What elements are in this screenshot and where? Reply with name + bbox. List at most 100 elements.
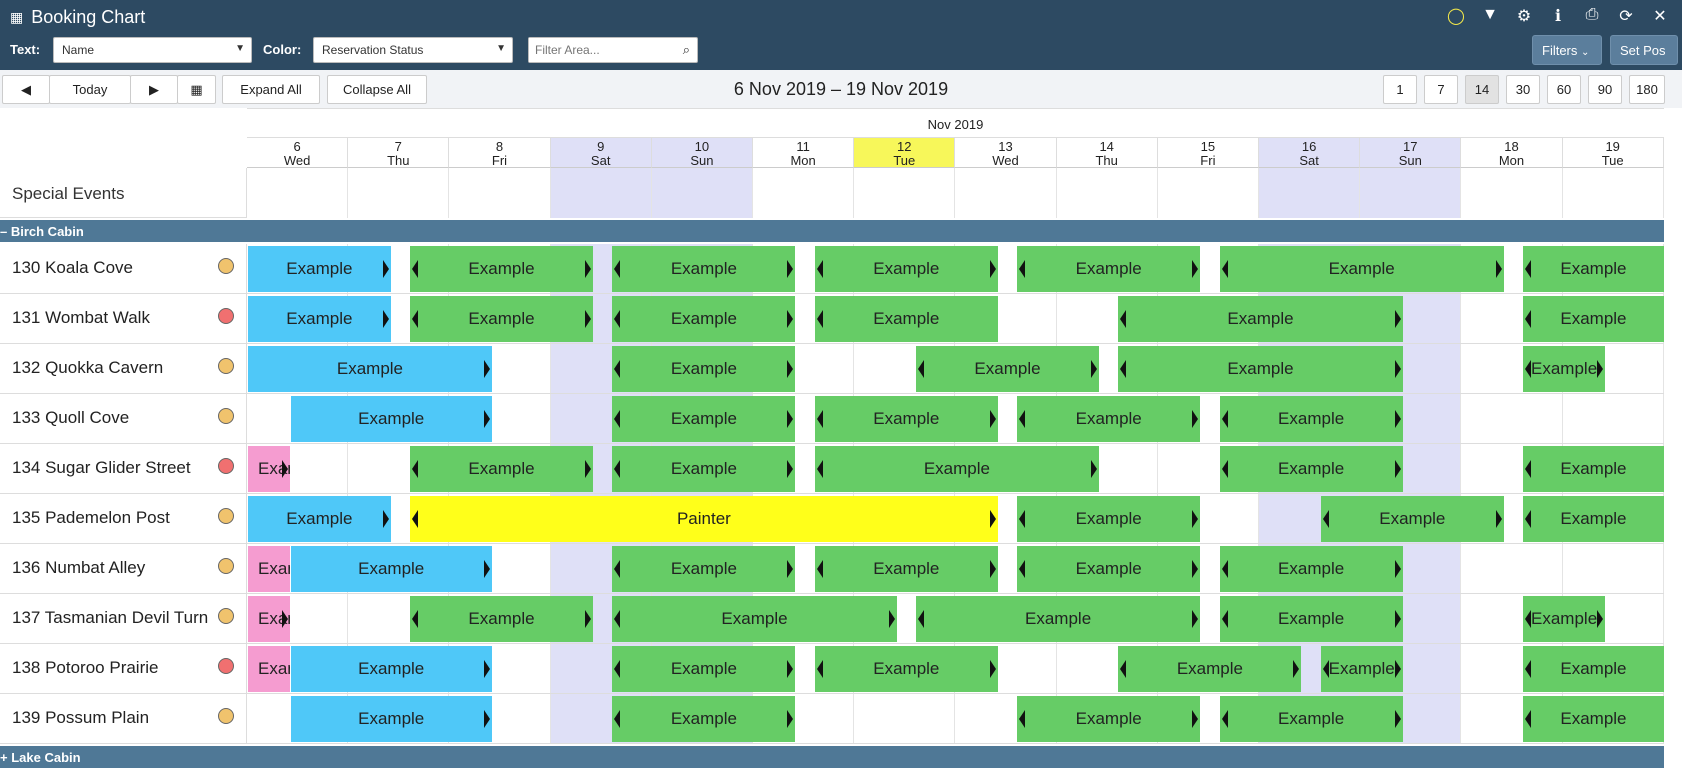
- booking-start-marker[interactable]: [816, 560, 823, 578]
- booking-end-marker[interactable]: [787, 310, 794, 328]
- booking-start-marker[interactable]: [1525, 360, 1532, 378]
- booking-start-marker[interactable]: [1525, 610, 1532, 628]
- booking-block[interactable]: Example: [1523, 296, 1664, 342]
- booking-block[interactable]: Example: [248, 596, 290, 642]
- booking-start-marker[interactable]: [1120, 660, 1127, 678]
- booking-end-marker[interactable]: [281, 460, 288, 478]
- booking-start-marker[interactable]: [1019, 560, 1026, 578]
- room-status-dot[interactable]: [218, 458, 234, 474]
- booking-block[interactable]: Example: [1320, 496, 1504, 542]
- special-events-cell[interactable]: [1563, 168, 1664, 218]
- booking-block[interactable]: Example: [612, 446, 796, 492]
- booking-start-marker[interactable]: [411, 610, 418, 628]
- room-status-dot[interactable]: [218, 258, 234, 274]
- booking-end-marker[interactable]: [483, 560, 490, 578]
- special-events-cell[interactable]: [1259, 168, 1361, 218]
- room-label[interactable]: 138 Potoroo Prairie: [0, 644, 247, 694]
- booking-end-marker[interactable]: [483, 410, 490, 428]
- booking-end-marker[interactable]: [1394, 360, 1401, 378]
- booking-block[interactable]: Example: [248, 246, 391, 292]
- booking-end-marker[interactable]: [1495, 510, 1502, 528]
- booking-start-marker[interactable]: [614, 560, 621, 578]
- booking-block[interactable]: Example: [814, 646, 998, 692]
- room-label[interactable]: 131 Wombat Walk: [0, 294, 247, 344]
- booking-end-marker[interactable]: [585, 310, 592, 328]
- booking-start-marker[interactable]: [1019, 410, 1026, 428]
- booking-block[interactable]: Example: [814, 246, 998, 292]
- booking-block[interactable]: Example: [1523, 446, 1664, 492]
- special-events-cell[interactable]: [753, 168, 855, 218]
- booking-block[interactable]: Example: [1017, 546, 1201, 592]
- booking-end-marker[interactable]: [382, 310, 389, 328]
- zoom-7-button[interactable]: 7: [1424, 75, 1458, 104]
- booking-block[interactable]: Example: [1219, 696, 1403, 742]
- booking-end-marker[interactable]: [1394, 710, 1401, 728]
- refresh-icon[interactable]: ⟳: [1616, 6, 1636, 26]
- room-label[interactable]: 136 Numbat Alley: [0, 544, 247, 594]
- group-row-birch-cabin[interactable]: – Birch Cabin: [0, 220, 1664, 242]
- booking-end-marker[interactable]: [585, 610, 592, 628]
- booking-block[interactable]: Example: [1017, 246, 1201, 292]
- booking-end-marker[interactable]: [1495, 260, 1502, 278]
- set-pos-button[interactable]: Set Pos: [1610, 35, 1678, 65]
- booking-block[interactable]: Example: [1118, 346, 1403, 392]
- filter-icon[interactable]: ▼: [1480, 6, 1500, 26]
- booking-end-marker[interactable]: [1394, 560, 1401, 578]
- booking-end-marker[interactable]: [1192, 560, 1199, 578]
- booking-end-marker[interactable]: [787, 660, 794, 678]
- booking-end-marker[interactable]: [1192, 710, 1199, 728]
- special-events-cell[interactable]: [348, 168, 450, 218]
- room-status-dot[interactable]: [218, 408, 234, 424]
- booking-start-marker[interactable]: [816, 310, 823, 328]
- filter-area-search[interactable]: ⌕: [528, 37, 698, 63]
- booking-start-marker[interactable]: [1525, 510, 1532, 528]
- booking-end-marker[interactable]: [989, 410, 996, 428]
- booking-start-marker[interactable]: [614, 710, 621, 728]
- booking-block[interactable]: Example: [612, 396, 796, 442]
- booking-end-marker[interactable]: [1192, 410, 1199, 428]
- booking-block[interactable]: Example: [1219, 596, 1403, 642]
- booking-end-marker[interactable]: [1394, 610, 1401, 628]
- booking-block[interactable]: Example: [290, 546, 492, 592]
- room-status-dot[interactable]: [218, 308, 234, 324]
- booking-block[interactable]: Example: [290, 696, 492, 742]
- special-events-cell[interactable]: [651, 168, 753, 218]
- booking-start-marker[interactable]: [917, 610, 924, 628]
- room-label[interactable]: 130 Koala Cove: [0, 244, 247, 294]
- booking-block[interactable]: Example: [290, 646, 492, 692]
- zoom-180-button[interactable]: 180: [1629, 75, 1665, 104]
- booking-block[interactable]: Example: [814, 296, 998, 342]
- booking-start-marker[interactable]: [614, 310, 621, 328]
- color-select[interactable]: Reservation Status ▼: [313, 37, 513, 63]
- booking-block[interactable]: Example: [409, 246, 594, 292]
- booking-block[interactable]: Example: [1017, 496, 1201, 542]
- booking-start-marker[interactable]: [1322, 660, 1329, 678]
- booking-block[interactable]: Example: [612, 296, 796, 342]
- special-events-cell[interactable]: [955, 168, 1057, 218]
- text-select[interactable]: Name ▼: [53, 37, 252, 63]
- booking-end-marker[interactable]: [585, 460, 592, 478]
- booking-block[interactable]: Example: [1219, 396, 1403, 442]
- booking-block[interactable]: Example: [248, 646, 290, 692]
- booking-end-marker[interactable]: [1394, 460, 1401, 478]
- booking-block[interactable]: Example: [1017, 696, 1201, 742]
- room-status-dot[interactable]: [218, 708, 234, 724]
- booking-start-marker[interactable]: [614, 660, 621, 678]
- booking-end-marker[interactable]: [1192, 610, 1199, 628]
- room-status-dot[interactable]: [218, 358, 234, 374]
- booking-end-marker[interactable]: [1293, 660, 1300, 678]
- booking-end-marker[interactable]: [787, 410, 794, 428]
- zoom-1-button[interactable]: 1: [1383, 75, 1417, 104]
- booking-block[interactable]: Example: [612, 596, 897, 642]
- booking-block[interactable]: Example: [1219, 246, 1504, 292]
- booking-block[interactable]: Example: [1017, 396, 1201, 442]
- booking-end-marker[interactable]: [1192, 260, 1199, 278]
- booking-start-marker[interactable]: [614, 610, 621, 628]
- booking-block[interactable]: Example: [814, 396, 998, 442]
- booking-start-marker[interactable]: [816, 660, 823, 678]
- booking-block[interactable]: Example: [612, 696, 796, 742]
- booking-block[interactable]: Example: [409, 446, 594, 492]
- booking-block[interactable]: Example: [248, 546, 290, 592]
- booking-end-marker[interactable]: [585, 260, 592, 278]
- booking-block[interactable]: Example: [248, 346, 492, 392]
